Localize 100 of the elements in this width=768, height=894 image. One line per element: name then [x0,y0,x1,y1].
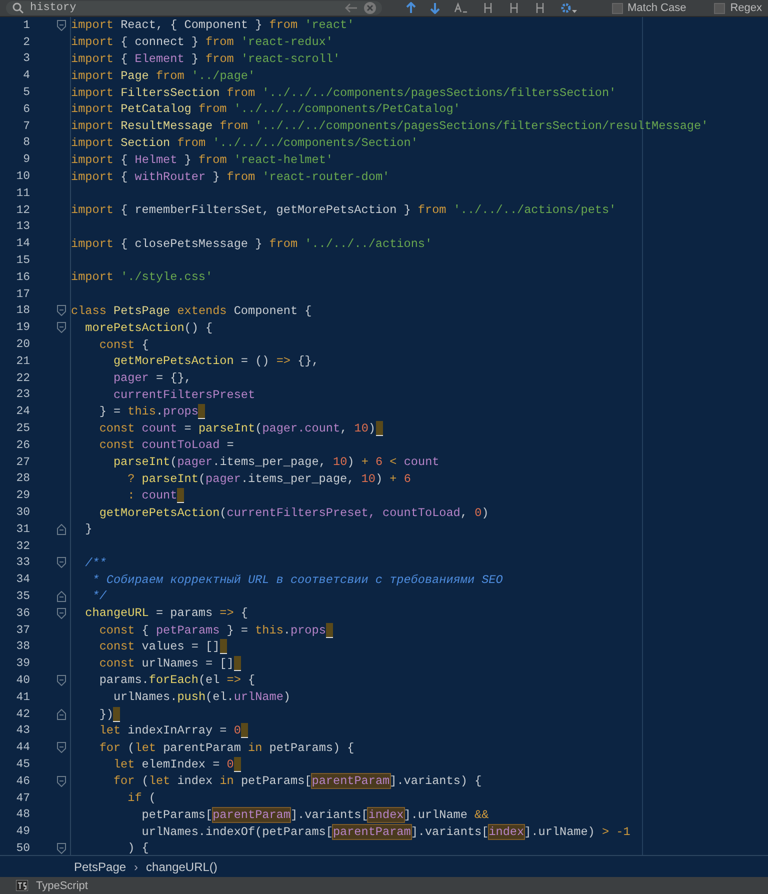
code-line: pager = {}, [112,371,192,386]
line-number: 4 [22,69,31,82]
code-line: const { petParams } = this.props [71,622,333,638]
code-line: const values = [] [71,639,227,654]
line-number: 15 [15,254,31,268]
fold-icon[interactable] [57,20,66,31]
line-number: 9 [22,153,31,166]
code-line: import Page from '../page' [71,68,256,83]
code-line: import './style.css' [71,270,213,284]
line-number: 41 [15,690,31,704]
fold-icon[interactable] [57,742,66,754]
fold-end-icon[interactable] [57,590,66,602]
line-number: 14 [15,237,31,250]
code-line: import FiltersSection from '../../../components/pagesSections/filtersSection' [71,86,616,100]
code-line: currentFiltersPreset [112,388,256,402]
code-line: class PetsPage extends Component { [71,304,312,318]
code-line: let elemIndex = 0 [71,756,241,772]
code-line: if ( [126,791,156,806]
code-line: for (let parentParam in petParams) { [98,740,354,755]
option-checkbox[interactable]: Regex [714,2,762,14]
breadcrumb-item[interactable]: PetsPage [74,860,126,874]
line-number: 34 [15,573,31,586]
fold-end-icon[interactable] [57,708,66,720]
line-number: 13 [15,220,31,234]
code-line: /** [84,556,106,570]
code-line: changeURL = params => { [84,606,248,620]
code-line: getMorePetsAction(currentFiltersPreset, countToLoad, 0) [98,506,489,520]
line-number: 21 [15,354,31,368]
fold-icon[interactable] [57,322,66,334]
line-number: 26 [15,438,31,452]
code-line: }) [71,706,120,722]
code-line: urlNames.indexOf(petParams[parentParam].variants[index].urlName) > -1 [140,824,630,839]
line-number: 3 [22,52,31,66]
code-line: import { Helmet } from 'react-helmet' [71,152,333,167]
arrow-up-icon[interactable] [406,2,416,14]
code-line: ) { [126,841,149,855]
line-number: 30 [15,506,31,519]
code-line: ? parseInt(pager.items_per_page, 10) + 6 [126,472,411,486]
line-number: 16 [15,270,31,284]
line-number: 36 [15,606,31,620]
line-number: 46 [15,774,31,788]
code-line: params.forEach(el => { [98,673,256,688]
breadcrumb-separator: › [134,860,138,874]
fold-icon[interactable] [57,608,66,619]
line-number: 7 [22,120,31,133]
line-number: 22 [15,372,31,385]
line-number: 10 [15,170,31,184]
line-number: 32 [15,540,31,553]
fold-end-icon[interactable] [57,524,66,535]
history-arrow-icon[interactable] [344,3,358,13]
line-number: 43 [15,724,31,738]
line-number: 38 [15,640,31,654]
code-line: import { Element } from 'react-scroll' [71,52,340,66]
breadcrumb-item[interactable]: changeURL() [146,860,218,874]
line-number: 23 [15,388,31,402]
search-icon [12,2,24,14]
line-number: 28 [15,472,31,486]
option-checkbox[interactable]: Match Case [612,2,686,14]
fold-icon[interactable] [57,776,66,787]
line-number: 31 [15,522,31,536]
code-line: petParams[parentParam].variants[index].urlName && [140,808,489,822]
code-line: * Собираем корректный URL в соответсвии с требованиями SEO [91,572,503,587]
line-number: 35 [15,590,31,603]
line-number: 25 [15,422,31,436]
fold-icon[interactable] [57,674,66,686]
code-line: import PetCatalog from '../../../components/PetCatalog' [71,102,460,116]
clear-icon[interactable] [364,2,376,14]
arrow-down-icon[interactable] [430,2,440,14]
line-number: 1 [22,18,31,32]
code-line: */ [91,589,106,604]
line-number: 11 [15,186,31,200]
code-line: import ResultMessage from '../../../components/pagesSections/filtersSection/resultMessage' [71,119,708,134]
line-number: 49 [15,825,31,838]
code-line: import React, { Component } from 'react' [71,18,354,32]
code-line: const urlNames = [] [71,656,241,672]
fold-icon[interactable] [57,557,66,568]
line-number: 27 [15,456,31,469]
fold-icon[interactable] [57,305,66,316]
code-line: const { [98,338,149,352]
line-number: 18 [15,304,31,318]
code-line: morePetsAction() { [84,320,213,335]
language-label[interactable]: TypeScript [36,880,88,892]
line-number: 24 [15,405,31,418]
settings-icon[interactable] [560,2,578,14]
line-number: 39 [15,657,31,670]
search-field[interactable]: history [6,1,382,15]
line-number: 12 [15,204,31,217]
code-line: urlNames.push(el.urlName) [112,690,291,704]
code-line: import { closePetsMessage } from '../../../actions' [71,236,432,251]
code-line: import { connect } from 'react-redux' [71,35,333,50]
code-line: import { withRouter } from 'react-router-dom' [71,170,390,184]
fold-icon[interactable] [57,842,66,854]
code-line: const count = parseInt(pager.count, 10) [71,421,382,436]
line-number: 48 [15,808,31,822]
code-line: } = this.props [71,404,206,420]
code-line: } [84,522,92,536]
line-number: 47 [15,792,31,805]
select-all-icon[interactable] [454,2,468,14]
line-number: 2 [22,36,31,49]
line-number: 5 [22,86,31,100]
